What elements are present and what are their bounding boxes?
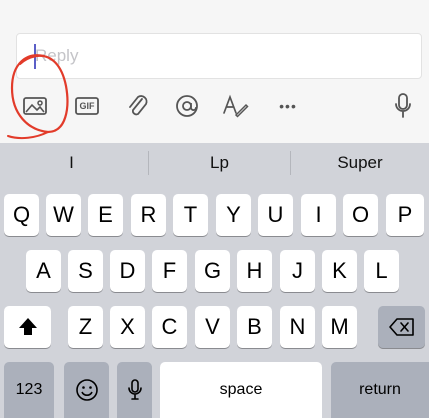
key-n[interactable]: N bbox=[280, 306, 315, 348]
key-f[interactable]: F bbox=[152, 250, 187, 292]
backspace-icon bbox=[388, 318, 414, 336]
emoji-icon bbox=[75, 379, 98, 401]
key-m[interactable]: M bbox=[322, 306, 357, 348]
key-i[interactable]: I bbox=[301, 194, 336, 236]
key-v[interactable]: V bbox=[195, 306, 230, 348]
key-c[interactable]: C bbox=[152, 306, 187, 348]
predictive-text-bar: I Lp Super bbox=[0, 143, 429, 183]
shift-key[interactable] bbox=[4, 306, 51, 348]
image-icon[interactable] bbox=[20, 91, 50, 121]
key-l[interactable]: L bbox=[364, 250, 399, 292]
key-b[interactable]: B bbox=[237, 306, 272, 348]
more-icon[interactable]: ••• bbox=[270, 91, 306, 121]
numbers-key[interactable]: 123 bbox=[4, 362, 54, 418]
suggestion-item[interactable]: I bbox=[0, 143, 143, 183]
emoji-key[interactable] bbox=[64, 362, 109, 418]
reply-input[interactable]: Reply bbox=[16, 33, 422, 79]
gif-icon[interactable]: GIF bbox=[72, 91, 102, 121]
more-label: ••• bbox=[279, 98, 297, 114]
format-icon[interactable] bbox=[220, 91, 250, 121]
delete-key[interactable] bbox=[378, 306, 425, 348]
space-key[interactable]: space bbox=[160, 362, 322, 418]
gif-label: GIF bbox=[79, 101, 95, 111]
compose-area: Reply GIF ••• bbox=[0, 0, 429, 143]
compose-toolbar: GIF ••• bbox=[0, 85, 429, 127]
key-h[interactable]: H bbox=[237, 250, 272, 292]
attachment-icon[interactable] bbox=[123, 91, 153, 121]
mention-icon[interactable] bbox=[172, 91, 202, 121]
key-w[interactable]: W bbox=[46, 194, 81, 236]
key-o[interactable]: O bbox=[343, 194, 378, 236]
key-j[interactable]: J bbox=[280, 250, 315, 292]
suggestion-item[interactable]: Lp bbox=[148, 143, 291, 183]
dictation-microphone-icon bbox=[127, 379, 142, 400]
key-d[interactable]: D bbox=[110, 250, 145, 292]
suggestion-item[interactable]: Super bbox=[291, 143, 429, 183]
key-a[interactable]: A bbox=[26, 250, 61, 292]
shift-arrow-icon bbox=[18, 318, 37, 335]
key-y[interactable]: Y bbox=[216, 194, 251, 236]
key-r[interactable]: R bbox=[131, 194, 166, 236]
key-z[interactable]: Z bbox=[68, 306, 103, 348]
dictation-key[interactable] bbox=[117, 362, 152, 418]
key-u[interactable]: U bbox=[258, 194, 293, 236]
key-p[interactable]: P bbox=[386, 194, 424, 236]
key-t[interactable]: T bbox=[173, 194, 208, 236]
key-s[interactable]: S bbox=[68, 250, 103, 292]
key-x[interactable]: X bbox=[110, 306, 145, 348]
key-e[interactable]: E bbox=[88, 194, 123, 236]
return-key[interactable]: return bbox=[331, 362, 429, 418]
microphone-icon[interactable] bbox=[388, 91, 418, 121]
reply-placeholder: Reply bbox=[35, 46, 79, 65]
key-g[interactable]: G bbox=[195, 250, 230, 292]
key-k[interactable]: K bbox=[322, 250, 357, 292]
key-q[interactable]: Q bbox=[4, 194, 39, 236]
